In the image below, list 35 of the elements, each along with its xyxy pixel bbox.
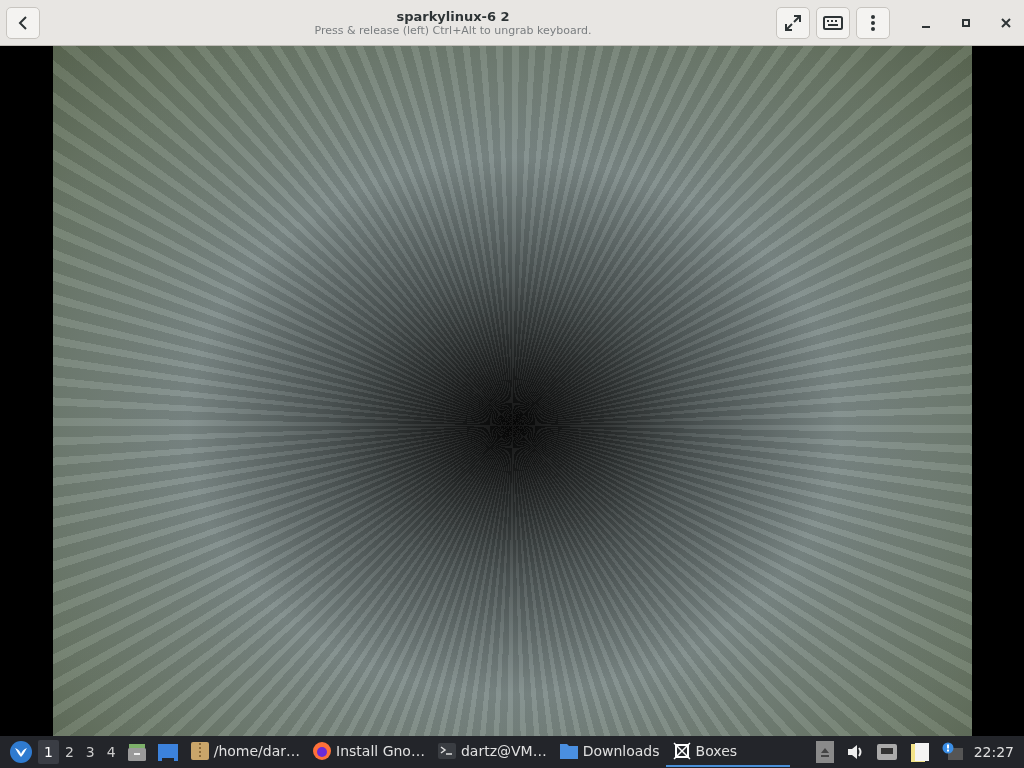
maximize-icon [962, 18, 970, 27]
fullscreen-icon [784, 13, 802, 32]
workspace-button[interactable]: 3 [79, 740, 101, 764]
network-icon[interactable] [875, 743, 898, 761]
minimize-icon [922, 25, 930, 28]
taskbar-window-button[interactable]: Downloads [552, 737, 666, 767]
menu-button[interactable] [856, 6, 890, 39]
terminal-icon [436, 741, 457, 761]
start-menu-icon[interactable] [10, 741, 32, 763]
menu-icon [871, 14, 875, 31]
notes-icon[interactable] [909, 741, 930, 763]
workspace-button[interactable]: 1 [38, 740, 59, 764]
taskbar-window-button[interactable]: /home/dar… [183, 737, 307, 767]
keyboard-icon [823, 15, 843, 30]
folder-icon [558, 742, 579, 760]
workspace-button[interactable]: 4 [100, 740, 122, 764]
eject-icon[interactable] [815, 741, 834, 763]
taskbar-window-button[interactable]: Boxes [665, 737, 790, 767]
taskbar-window-button[interactable]: Install Gno… [306, 737, 431, 767]
back-button[interactable] [6, 6, 40, 39]
keyboard-button[interactable] [816, 6, 850, 39]
taskbar-window-button[interactable]: dartz@VM… [430, 737, 553, 767]
workspace-button[interactable]: 2 [58, 740, 80, 764]
window-subtitle: Press & release (left) Ctrl+Alt to ungrab keyboard. [314, 23, 592, 37]
archive-box-icon [189, 741, 210, 761]
notification-icon[interactable] [941, 742, 964, 762]
desktop-icon[interactable] [156, 743, 179, 761]
volume-icon[interactable] [845, 743, 864, 761]
boxes-icon [671, 741, 692, 761]
close-icon [1001, 17, 1011, 28]
browser-icon [312, 741, 333, 761]
window-title: sparkylinux-6 2 [396, 8, 510, 24]
clock[interactable]: 22:27 [973, 744, 1014, 760]
fullscreen-button[interactable] [776, 6, 810, 39]
file-cabinet-icon[interactable] [126, 742, 147, 762]
